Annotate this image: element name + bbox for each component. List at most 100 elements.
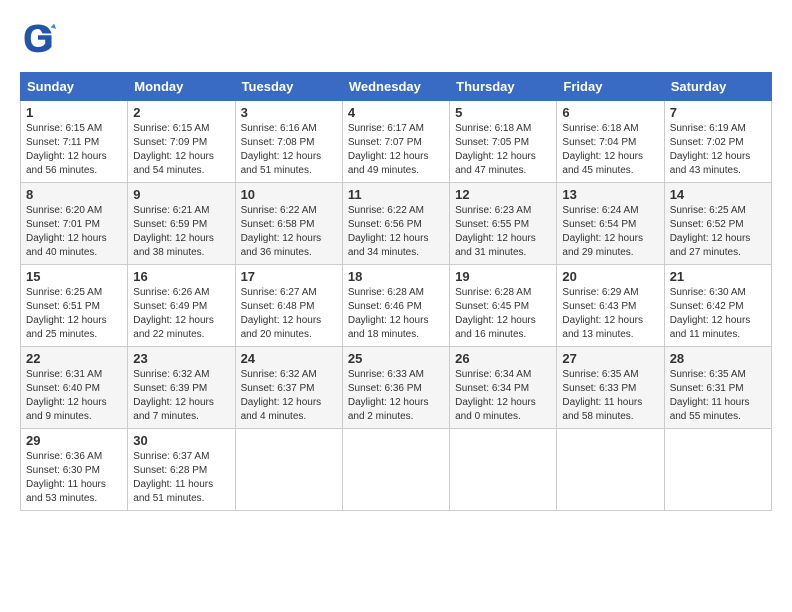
day-info: Sunrise: 6:28 AM Sunset: 6:45 PM Dayligh… [455,286,551,342]
calendar-cell: 23 Sunrise: 6:32 AM Sunset: 6:39 PM Dayli… [128,347,235,429]
day-info: Sunrise: 6:17 AM Sunset: 7:07 PM Dayligh… [348,122,444,178]
day-info: Sunrise: 6:32 AM Sunset: 6:37 PM Dayligh… [241,368,337,424]
page-header [20,20,772,56]
day-number: 12 [455,187,551,202]
calendar-cell [235,429,342,511]
day-info: Sunrise: 6:28 AM Sunset: 6:46 PM Dayligh… [348,286,444,342]
day-number: 16 [133,269,229,284]
calendar-cell: 11 Sunrise: 6:22 AM Sunset: 6:56 PM Dayli… [342,183,449,265]
calendar-cell: 16 Sunrise: 6:26 AM Sunset: 6:49 PM Dayli… [128,265,235,347]
day-info: Sunrise: 6:35 AM Sunset: 6:33 PM Dayligh… [562,368,658,424]
calendar-cell: 2 Sunrise: 6:15 AM Sunset: 7:09 PM Daylig… [128,101,235,183]
day-number: 2 [133,105,229,120]
calendar-cell: 7 Sunrise: 6:19 AM Sunset: 7:02 PM Daylig… [664,101,771,183]
calendar-cell: 9 Sunrise: 6:21 AM Sunset: 6:59 PM Daylig… [128,183,235,265]
calendar-cell: 17 Sunrise: 6:27 AM Sunset: 6:48 PM Dayli… [235,265,342,347]
day-info: Sunrise: 6:18 AM Sunset: 7:05 PM Dayligh… [455,122,551,178]
calendar-cell [450,429,557,511]
day-info: Sunrise: 6:29 AM Sunset: 6:43 PM Dayligh… [562,286,658,342]
day-number: 6 [562,105,658,120]
day-info: Sunrise: 6:35 AM Sunset: 6:31 PM Dayligh… [670,368,766,424]
calendar-cell: 30 Sunrise: 6:37 AM Sunset: 6:28 PM Dayli… [128,429,235,511]
calendar-cell: 18 Sunrise: 6:28 AM Sunset: 6:46 PM Dayli… [342,265,449,347]
day-info: Sunrise: 6:25 AM Sunset: 6:51 PM Dayligh… [26,286,122,342]
day-number: 22 [26,351,122,366]
day-number: 20 [562,269,658,284]
calendar-cell: 24 Sunrise: 6:32 AM Sunset: 6:37 PM Dayli… [235,347,342,429]
day-number: 14 [670,187,766,202]
calendar-cell: 12 Sunrise: 6:23 AM Sunset: 6:55 PM Dayli… [450,183,557,265]
calendar-cell: 25 Sunrise: 6:33 AM Sunset: 6:36 PM Dayli… [342,347,449,429]
day-info: Sunrise: 6:19 AM Sunset: 7:02 PM Dayligh… [670,122,766,178]
week-row-1: 1 Sunrise: 6:15 AM Sunset: 7:11 PM Daylig… [21,101,772,183]
calendar-cell: 29 Sunrise: 6:36 AM Sunset: 6:30 PM Dayli… [21,429,128,511]
calendar-cell: 1 Sunrise: 6:15 AM Sunset: 7:11 PM Daylig… [21,101,128,183]
logo [20,20,60,56]
day-number: 10 [241,187,337,202]
week-row-5: 29 Sunrise: 6:36 AM Sunset: 6:30 PM Dayli… [21,429,772,511]
day-number: 21 [670,269,766,284]
day-info: Sunrise: 6:33 AM Sunset: 6:36 PM Dayligh… [348,368,444,424]
day-number: 9 [133,187,229,202]
calendar-cell: 14 Sunrise: 6:25 AM Sunset: 6:52 PM Dayli… [664,183,771,265]
weekday-header-saturday: Saturday [664,73,771,101]
calendar-cell: 22 Sunrise: 6:31 AM Sunset: 6:40 PM Dayli… [21,347,128,429]
calendar-cell: 21 Sunrise: 6:30 AM Sunset: 6:42 PM Dayli… [664,265,771,347]
day-info: Sunrise: 6:20 AM Sunset: 7:01 PM Dayligh… [26,204,122,260]
day-info: Sunrise: 6:36 AM Sunset: 6:30 PM Dayligh… [26,450,122,506]
calendar-cell: 5Sunrise: 6:18 AM Sunset: 7:05 PM Daylig… [450,101,557,183]
calendar-cell: 27 Sunrise: 6:35 AM Sunset: 6:33 PM Dayli… [557,347,664,429]
day-number: 11 [348,187,444,202]
calendar-cell: 8 Sunrise: 6:20 AM Sunset: 7:01 PM Daylig… [21,183,128,265]
day-info: Sunrise: 6:25 AM Sunset: 6:52 PM Dayligh… [670,204,766,260]
weekday-header-wednesday: Wednesday [342,73,449,101]
day-number: 29 [26,433,122,448]
day-number: 7 [670,105,766,120]
calendar-cell: 4 Sunrise: 6:17 AM Sunset: 7:07 PM Daylig… [342,101,449,183]
week-row-2: 8 Sunrise: 6:20 AM Sunset: 7:01 PM Daylig… [21,183,772,265]
weekday-header-friday: Friday [557,73,664,101]
calendar-cell: 3 Sunrise: 6:16 AM Sunset: 7:08 PM Daylig… [235,101,342,183]
calendar-cell: 6Sunrise: 6:18 AM Sunset: 7:04 PM Daylig… [557,101,664,183]
calendar-cell: 26Sunrise: 6:34 AM Sunset: 6:34 PM Dayli… [450,347,557,429]
weekday-header-thursday: Thursday [450,73,557,101]
day-number: 23 [133,351,229,366]
day-info: Sunrise: 6:23 AM Sunset: 6:55 PM Dayligh… [455,204,551,260]
day-info: Sunrise: 6:37 AM Sunset: 6:28 PM Dayligh… [133,450,229,506]
day-info: Sunrise: 6:22 AM Sunset: 6:56 PM Dayligh… [348,204,444,260]
weekday-header-monday: Monday [128,73,235,101]
day-info: Sunrise: 6:21 AM Sunset: 6:59 PM Dayligh… [133,204,229,260]
day-number: 4 [348,105,444,120]
day-number: 27 [562,351,658,366]
calendar-cell [342,429,449,511]
calendar-cell: 19 Sunrise: 6:28 AM Sunset: 6:45 PM Dayli… [450,265,557,347]
calendar-cell: 28Sunrise: 6:35 AM Sunset: 6:31 PM Dayli… [664,347,771,429]
day-number: 24 [241,351,337,366]
day-info: Sunrise: 6:15 AM Sunset: 7:09 PM Dayligh… [133,122,229,178]
day-info: Sunrise: 6:16 AM Sunset: 7:08 PM Dayligh… [241,122,337,178]
calendar-cell [557,429,664,511]
day-info: Sunrise: 6:32 AM Sunset: 6:39 PM Dayligh… [133,368,229,424]
day-info: Sunrise: 6:27 AM Sunset: 6:48 PM Dayligh… [241,286,337,342]
day-number: 8 [26,187,122,202]
day-number: 17 [241,269,337,284]
calendar-cell: 13Sunrise: 6:24 AM Sunset: 6:54 PM Dayli… [557,183,664,265]
logo-icon [20,20,56,56]
day-number: 3 [241,105,337,120]
day-info: Sunrise: 6:26 AM Sunset: 6:49 PM Dayligh… [133,286,229,342]
day-info: Sunrise: 6:24 AM Sunset: 6:54 PM Dayligh… [562,204,658,260]
calendar-cell: 10 Sunrise: 6:22 AM Sunset: 6:58 PM Dayli… [235,183,342,265]
day-info: Sunrise: 6:30 AM Sunset: 6:42 PM Dayligh… [670,286,766,342]
day-info: Sunrise: 6:22 AM Sunset: 6:58 PM Dayligh… [241,204,337,260]
day-number: 30 [133,433,229,448]
day-number: 19 [455,269,551,284]
weekday-header-row: SundayMondayTuesdayWednesdayThursdayFrid… [21,73,772,101]
day-number: 26 [455,351,551,366]
day-number: 18 [348,269,444,284]
day-info: Sunrise: 6:31 AM Sunset: 6:40 PM Dayligh… [26,368,122,424]
calendar-cell: 15Sunrise: 6:25 AM Sunset: 6:51 PM Dayli… [21,265,128,347]
week-row-3: 15Sunrise: 6:25 AM Sunset: 6:51 PM Dayli… [21,265,772,347]
day-number: 1 [26,105,122,120]
day-number: 25 [348,351,444,366]
day-info: Sunrise: 6:15 AM Sunset: 7:11 PM Dayligh… [26,122,122,178]
